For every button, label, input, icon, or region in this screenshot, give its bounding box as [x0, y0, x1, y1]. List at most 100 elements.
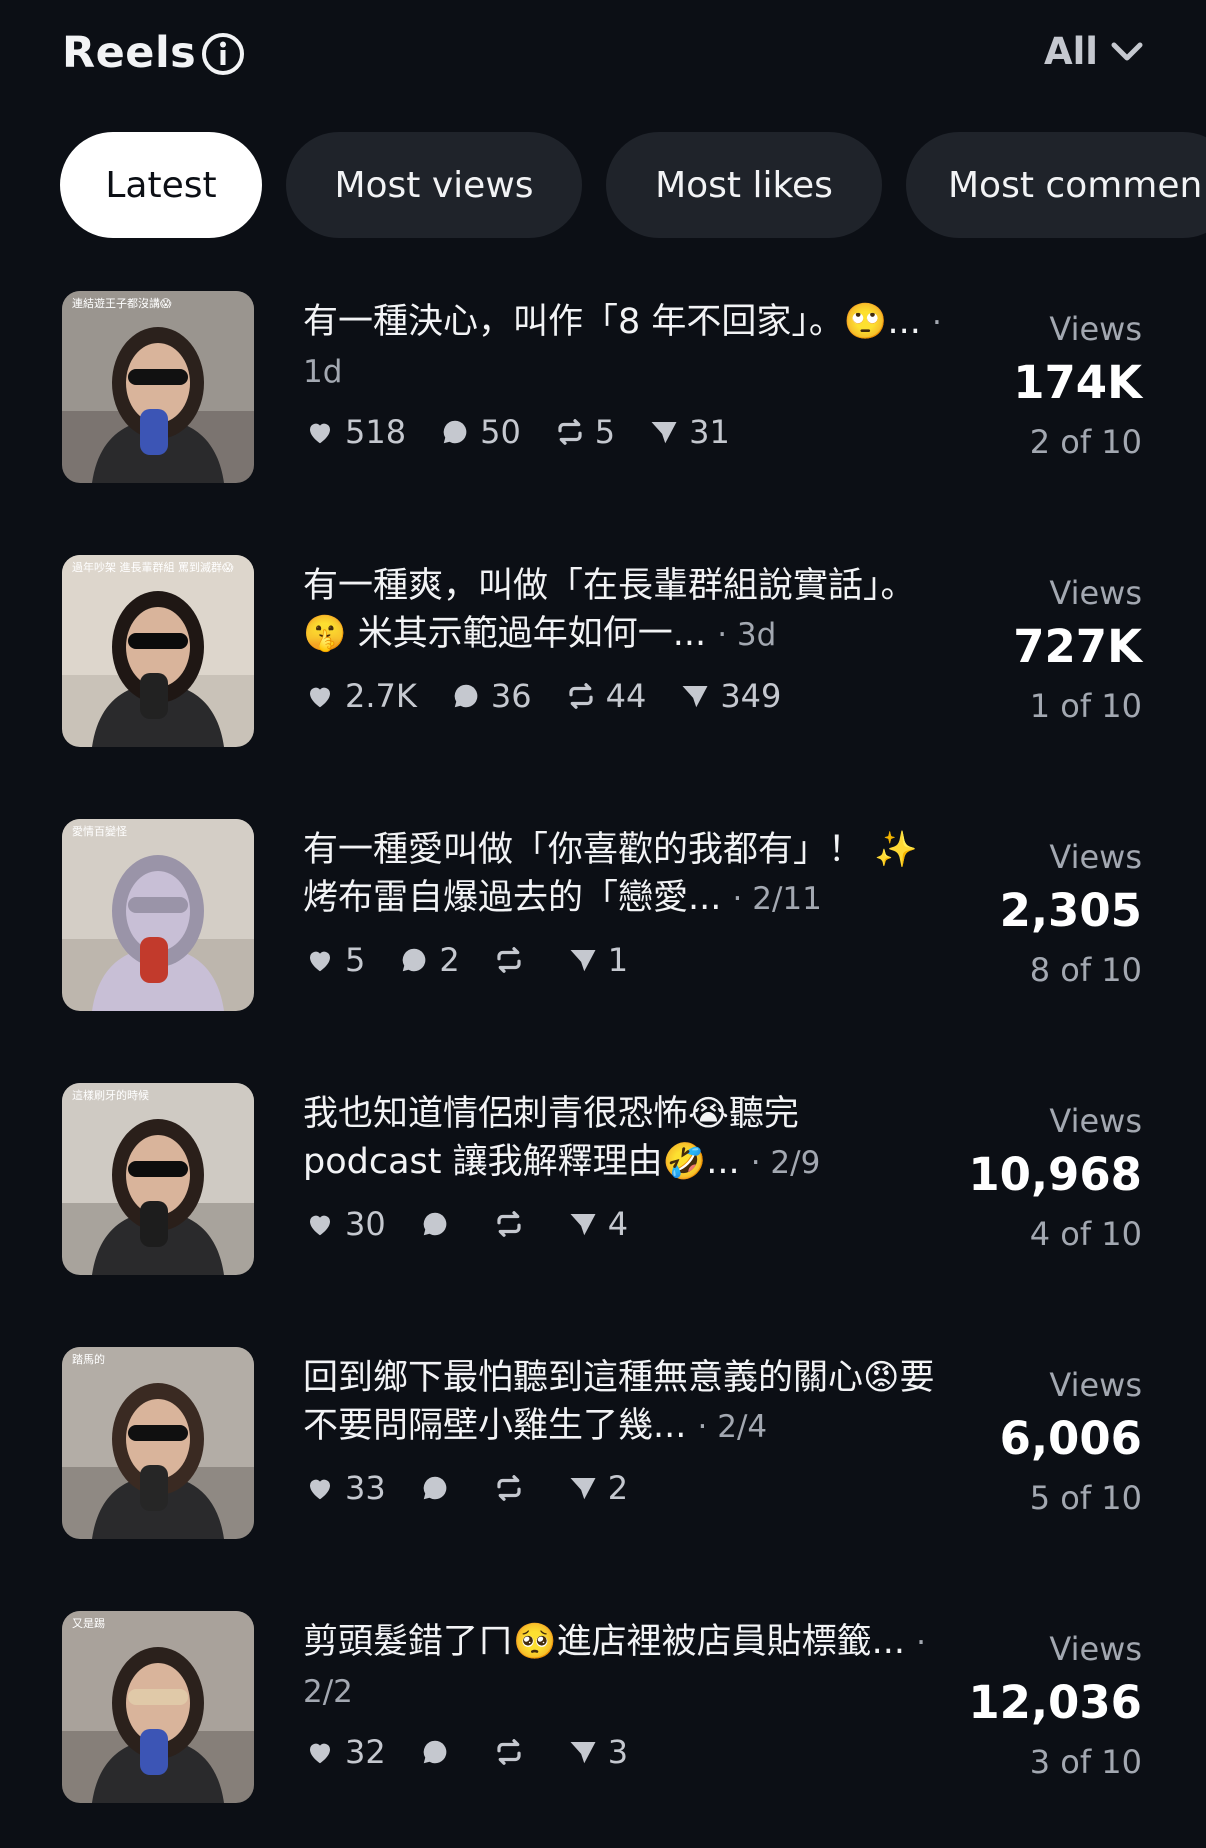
- heart-icon: [310, 687, 330, 708]
- likes-count: 2.7K: [345, 677, 417, 715]
- tab-most-views[interactable]: Most views: [286, 132, 582, 238]
- likes-stat: 518: [305, 413, 406, 451]
- heart-icon: [310, 1743, 330, 1764]
- post-date: · 3d: [717, 617, 777, 653]
- likes-stat: 2.7K: [305, 677, 417, 715]
- reel-caption[interactable]: 有一種爽，叫做「在長輩群組說實話」。 🤫 米其示範過年如何一... · 3d: [303, 562, 943, 659]
- info-icon[interactable]: [201, 32, 245, 76]
- post-date: · 2/4: [697, 1409, 768, 1445]
- thumbnail-overlay-text: 連結遊王子都沒講😱: [72, 296, 172, 310]
- thumbnail-overlay-text: 踏馬的: [72, 1352, 105, 1366]
- reel-caption[interactable]: 我也知道情侶刺青很恐怖😭聽完 podcast 讓我解釋理由🤣... · 2/9: [303, 1090, 943, 1187]
- shares-count: 3: [607, 1733, 629, 1771]
- shares-count: 4: [607, 1205, 629, 1243]
- repost-icon: [497, 1475, 521, 1501]
- likes-stat: 5: [305, 941, 365, 979]
- views-rank: 2 of 10: [1029, 423, 1142, 461]
- comments-count: 36: [490, 677, 532, 715]
- comment-icon: [403, 948, 426, 972]
- list-item[interactable]: 過年吵架 進長輩群組 罵到滅群😱 有一種爽，叫做「在長輩群組說實話」。 🤫 米其…: [0, 552, 1206, 816]
- views-rank: 5 of 10: [1029, 1479, 1142, 1517]
- views-summary: Views 2,305 8 of 10: [882, 838, 1142, 989]
- repost-icon: [497, 1739, 521, 1765]
- send-icon: [570, 950, 596, 972]
- page-title: Reels: [62, 28, 197, 78]
- engagement-stats: 2.7K 36 44 349: [305, 677, 815, 715]
- reel-thumbnail[interactable]: 踏馬的: [62, 1347, 254, 1539]
- likes-count: 5: [345, 941, 366, 979]
- views-summary: Views 10,968 4 of 10: [882, 1102, 1142, 1253]
- comment-icon: [423, 1212, 447, 1236]
- comments-stat: [420, 1473, 460, 1503]
- sort-tabs: Latest Most views Most likes Most commen: [60, 132, 1206, 238]
- list-item[interactable]: 這樣刷牙的時候 我也知道情侶刺青很恐怖😭聽完 podcast 讓我解釋理由🤣..…: [0, 1080, 1206, 1344]
- reposts-stat: 5: [555, 413, 615, 451]
- engagement-stats: 30 4: [305, 1205, 662, 1243]
- list-item[interactable]: 連結遊王子都沒講😱 有一種決心，叫作「8 年不回家」。🙄... · 1d 518…: [0, 288, 1206, 552]
- send-icon: [570, 1478, 596, 1500]
- post-date: · 2/9: [750, 1145, 821, 1181]
- views-rank: 4 of 10: [1029, 1215, 1142, 1253]
- list-item[interactable]: 又是踢 剪頭髮錯了ㄇ🥺進店裡被店員貼標籤... · 2/2 32 3 Views…: [0, 1608, 1206, 1848]
- filter-dropdown[interactable]: All: [1044, 30, 1144, 73]
- views-rank: 8 of 10: [1029, 951, 1142, 989]
- views-count: 6,006: [999, 1412, 1142, 1465]
- reel-caption[interactable]: 有一種愛叫做「你喜歡的我都有」！ ✨ 烤布雷自爆過去的「戀愛... · 2/11: [303, 826, 943, 923]
- reposts-count: 5: [594, 413, 616, 451]
- reel-thumbnail[interactable]: 過年吵架 進長輩群組 罵到滅群😱: [62, 555, 254, 747]
- views-label: Views: [1049, 310, 1142, 348]
- views-label: Views: [1049, 838, 1142, 876]
- views-summary: Views 174K 2 of 10: [882, 310, 1142, 461]
- shares-stat: 4: [568, 1205, 628, 1243]
- list-item[interactable]: 踏馬的 回到鄉下最怕聽到這種無意義的關心😡要不要問隔壁小雞生了幾... · 2/…: [0, 1344, 1206, 1608]
- caption-text: 有一種爽，叫做「在長輩群組說實話」。 🤫 米其示範過年如何一...: [303, 566, 916, 654]
- views-count: 2,305: [999, 884, 1142, 937]
- reposts-stat: 44: [566, 677, 646, 715]
- shares-stat: 3: [568, 1733, 628, 1771]
- reposts-stat: [494, 945, 534, 975]
- reel-caption[interactable]: 剪頭髮錯了ㄇ🥺進店裡被店員貼標籤... · 2/2: [303, 1618, 943, 1716]
- comment-icon: [423, 1740, 447, 1764]
- views-label: Views: [1049, 1102, 1142, 1140]
- reel-thumbnail[interactable]: 這樣刷牙的時候: [62, 1083, 254, 1275]
- caption-text: 剪頭髮錯了ㄇ🥺進店裡被店員貼標籤...: [303, 1622, 917, 1662]
- reel-thumbnail[interactable]: 連結遊王子都沒講😱: [62, 291, 254, 483]
- thumbnail-overlay-text: 愛情百變怪: [72, 824, 127, 838]
- send-icon: [682, 686, 708, 708]
- reel-caption[interactable]: 回到鄉下最怕聽到這種無意義的關心😡要不要問隔壁小雞生了幾... · 2/4: [303, 1354, 943, 1451]
- comments-stat: [420, 1737, 460, 1767]
- heart-icon: [310, 951, 330, 972]
- tab-latest[interactable]: Latest: [60, 132, 262, 238]
- views-summary: Views 6,006 5 of 10: [882, 1366, 1142, 1517]
- comment-icon: [443, 420, 467, 444]
- caption-text: 有一種決心，叫作「8 年不回家」。🙄...: [303, 302, 932, 342]
- comments-stat: [420, 1209, 460, 1239]
- heart-icon: [310, 1215, 330, 1236]
- comments-stat: 50: [440, 413, 521, 451]
- reels-list: 連結遊王子都沒講😱 有一種決心，叫作「8 年不回家」。🙄... · 1d 518…: [0, 288, 1206, 1848]
- reel-thumbnail[interactable]: 又是踢: [62, 1611, 254, 1803]
- likes-count: 30: [345, 1205, 386, 1243]
- shares-count: 2: [607, 1469, 629, 1507]
- reposts-stat: [494, 1473, 534, 1503]
- shares-count: 349: [720, 677, 782, 715]
- repost-icon: [497, 947, 521, 973]
- filter-label: All: [1043, 30, 1098, 73]
- list-item[interactable]: 愛情百變怪 有一種愛叫做「你喜歡的我都有」！ ✨ 烤布雷自爆過去的「戀愛... …: [0, 816, 1206, 1080]
- tab-most-likes[interactable]: Most likes: [606, 132, 882, 238]
- repost-icon: [568, 683, 593, 709]
- reel-caption[interactable]: 有一種決心，叫作「8 年不回家」。🙄... · 1d: [303, 298, 943, 396]
- likes-count: 33: [345, 1469, 386, 1507]
- send-icon: [651, 422, 677, 444]
- tab-most-comments[interactable]: Most commen: [906, 132, 1206, 238]
- caption-text: 回到鄉下最怕聽到這種無意義的關心😡要不要問隔壁小雞生了幾...: [303, 1358, 935, 1446]
- repost-icon: [497, 1211, 521, 1237]
- views-label: Views: [1049, 574, 1142, 612]
- thumbnail-overlay-text: 這樣刷牙的時候: [72, 1088, 149, 1102]
- reel-thumbnail[interactable]: 愛情百變怪: [62, 819, 254, 1011]
- heart-icon: [310, 1479, 330, 1500]
- likes-stat: 32: [305, 1733, 386, 1771]
- engagement-stats: 518 50 5 31: [305, 413, 764, 451]
- views-rank: 3 of 10: [1029, 1743, 1142, 1781]
- likes-stat: 30: [305, 1205, 386, 1243]
